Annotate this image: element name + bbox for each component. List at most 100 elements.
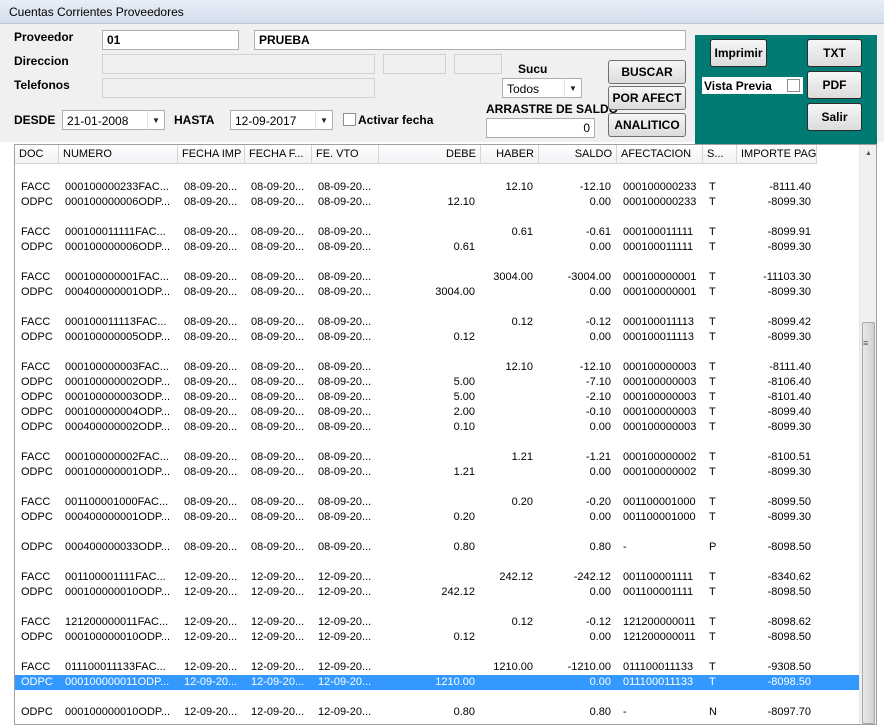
cell-fe-vto: 08-09-20... — [318, 286, 372, 298]
cell-s: T — [709, 286, 716, 298]
cell-fecha-f: 08-09-20... — [251, 331, 305, 343]
salir-button[interactable]: Salir — [807, 103, 862, 131]
cell-fecha-imp: 08-09-20... — [184, 466, 238, 478]
cell-fecha-imp: 12-09-20... — [184, 571, 238, 583]
table-row[interactable]: ODPC 000100000010ODP... 12-09-20... 12-09-2… — [15, 585, 860, 600]
cell-importe-pag: -8099.30 — [767, 466, 811, 478]
desde-date-picker[interactable]: 21-01-2008 ▼ — [62, 110, 165, 130]
table-row[interactable] — [15, 645, 860, 660]
table-row[interactable]: ODPC 000100000003ODP... 08-09-20... 08-09-2… — [15, 390, 860, 405]
table-row[interactable]: FACC 000100011111FAC... 08-09-20... 08-09-2… — [15, 225, 860, 240]
sucu-select-value: Todos — [507, 82, 540, 96]
txt-button[interactable]: TXT — [807, 39, 862, 67]
activar-fecha-checkbox[interactable] — [343, 113, 356, 126]
table-row[interactable]: ODPC 000100000006ODP... 08-09-20... 08-09-2… — [15, 240, 860, 255]
table-row[interactable]: ODPC 000100000001ODP... 08-09-20... 08-09-2… — [15, 465, 860, 480]
column-header-haber[interactable]: HABER — [481, 145, 539, 164]
cell-fe-vto: 08-09-20... — [318, 331, 372, 343]
table-row[interactable]: ODPC 000100000010ODP... 12-09-20... 12-09-2… — [15, 630, 860, 645]
column-header-debe[interactable]: DEBE — [379, 145, 481, 164]
desde-label: DESDE — [14, 113, 56, 127]
proveedor-code-input[interactable]: 01 — [102, 30, 239, 50]
table-row[interactable] — [15, 525, 860, 540]
arrastre-saldo-input[interactable]: 0 — [486, 118, 595, 138]
cell-saldo: -0.20 — [585, 496, 611, 508]
table-row[interactable] — [15, 300, 860, 315]
column-header-saldo[interactable]: SALDO — [539, 145, 617, 164]
table-row[interactable] — [15, 255, 860, 270]
table-row[interactable]: ODPC 000100000004ODP... 08-09-20... 08-09-2… — [15, 405, 860, 420]
table-row[interactable]: ODPC 000100000006ODP... 08-09-20... 08-09-2… — [15, 195, 860, 210]
table-row[interactable]: ODPC 000400000033ODP... 08-09-20... 08-09-2… — [15, 540, 860, 555]
desde-date-value: 21-01-2008 — [67, 114, 129, 128]
proveedor-name-input[interactable]: PRUEBA — [254, 30, 686, 50]
column-header-importe-pag[interactable]: IMPORTE PAG — [737, 145, 817, 164]
cell-fe-vto: 08-09-20... — [318, 466, 372, 478]
vista-previa-option[interactable]: Vista Previa — [702, 77, 803, 94]
imprimir-button[interactable]: Imprimir — [710, 39, 767, 67]
table-row[interactable]: FACC 000100000003FAC... 08-09-20... 08-09-2… — [15, 360, 860, 375]
cell-fecha-f: 08-09-20... — [251, 241, 305, 253]
column-header-fecha-f[interactable]: FECHA F... — [245, 145, 312, 164]
cell-debe: 0.12 — [453, 631, 475, 643]
table-row[interactable] — [15, 345, 860, 360]
hasta-date-picker[interactable]: 12-09-2017 ▼ — [230, 110, 333, 130]
cell-saldo: -12.10 — [579, 181, 611, 193]
table-row[interactable]: ODPC 000100000011ODP... 12-09-20... 12-09-2… — [15, 675, 860, 690]
column-header-fecha-imp[interactable]: FECHA IMP — [178, 145, 245, 164]
cell-afectacion: - — [623, 706, 627, 718]
cell-s: N — [709, 706, 717, 718]
table-row[interactable]: FACC 011100011133FAC... 12-09-20... 12-09-2… — [15, 660, 860, 675]
cell-saldo: -0.61 — [585, 226, 611, 238]
por-afect-button[interactable]: POR AFECT — [608, 86, 686, 110]
cell-fe-vto: 08-09-20... — [318, 181, 372, 193]
cell-fe-vto: 12-09-20... — [318, 706, 372, 718]
table-row[interactable] — [15, 165, 860, 180]
table-row[interactable]: FACC 001100001000FAC... 08-09-20... 08-09-2… — [15, 495, 860, 510]
column-header-s[interactable]: S... — [703, 145, 737, 164]
vertical-scrollbar[interactable]: ▲ ≡ — [859, 145, 876, 724]
cell-afectacion: 000100011111 — [623, 226, 694, 238]
table-row[interactable] — [15, 690, 860, 705]
cell-fecha-imp: 08-09-20... — [184, 196, 238, 208]
cell-saldo: -2.10 — [585, 391, 611, 403]
table-row[interactable]: FACC 000100000233FAC... 08-09-20... 08-09-2… — [15, 180, 860, 195]
table-row[interactable] — [15, 210, 860, 225]
cell-saldo: -1210.00 — [567, 661, 611, 673]
table-row[interactable]: FACC 001100001111FAC... 12-09-20... 12-09-2… — [15, 570, 860, 585]
cell-fecha-f: 08-09-20... — [251, 286, 305, 298]
table-row[interactable] — [15, 600, 860, 615]
cell-numero: 000400000033ODP... — [65, 541, 170, 553]
table-row[interactable]: FACC 000100011113FAC... 08-09-20... 08-09-2… — [15, 315, 860, 330]
cell-fecha-imp: 08-09-20... — [184, 316, 238, 328]
column-header-fe-vto[interactable]: FE. VTO — [312, 145, 379, 164]
table-row[interactable]: ODPC 000400000001ODP... 08-09-20... 08-09-2… — [15, 510, 860, 525]
table-row[interactable]: FACC 121200000011FAC... 12-09-20... 12-09-2… — [15, 615, 860, 630]
cell-doc: ODPC — [21, 706, 53, 718]
cell-numero: 011100011133FAC... — [65, 661, 166, 673]
sucu-select[interactable]: Todos ▼ — [502, 78, 582, 98]
scroll-up-icon[interactable]: ▲ — [860, 145, 876, 162]
buscar-button[interactable]: BUSCAR — [608, 60, 686, 84]
analitico-button[interactable]: ANALITICO — [608, 113, 686, 137]
table-row[interactable]: FACC 000100000001FAC... 08-09-20... 08-09-2… — [15, 270, 860, 285]
scroll-thumb[interactable] — [862, 322, 875, 724]
table-row[interactable]: ODPC 000100000002ODP... 08-09-20... 08-09-2… — [15, 375, 860, 390]
cell-s: T — [709, 271, 716, 283]
cell-haber: 0.61 — [511, 226, 533, 238]
pdf-button[interactable]: PDF — [807, 71, 862, 99]
table-row[interactable] — [15, 480, 860, 495]
table-row[interactable] — [15, 555, 860, 570]
cell-fe-vto: 08-09-20... — [318, 541, 372, 553]
column-header-afectacion[interactable]: AFECTACION — [617, 145, 703, 164]
table-row[interactable]: ODPC 000100000005ODP... 08-09-20... 08-09-2… — [15, 330, 860, 345]
table-row[interactable]: FACC 000100000002FAC... 08-09-20... 08-09-2… — [15, 450, 860, 465]
table-row[interactable]: ODPC 000400000001ODP... 08-09-20... 08-09-2… — [15, 285, 860, 300]
table-row[interactable]: ODPC 000100000010ODP... 12-09-20... 12-09-2… — [15, 705, 860, 720]
chevron-down-icon: ▼ — [147, 111, 164, 129]
column-header-numero[interactable]: NUMERO — [59, 145, 178, 164]
table-row[interactable] — [15, 435, 860, 450]
table-row[interactable]: ODPC 000400000002ODP... 08-09-20... 08-09-2… — [15, 420, 860, 435]
column-header-doc[interactable]: DOC — [15, 145, 59, 164]
vista-previa-checkbox[interactable] — [787, 79, 800, 92]
